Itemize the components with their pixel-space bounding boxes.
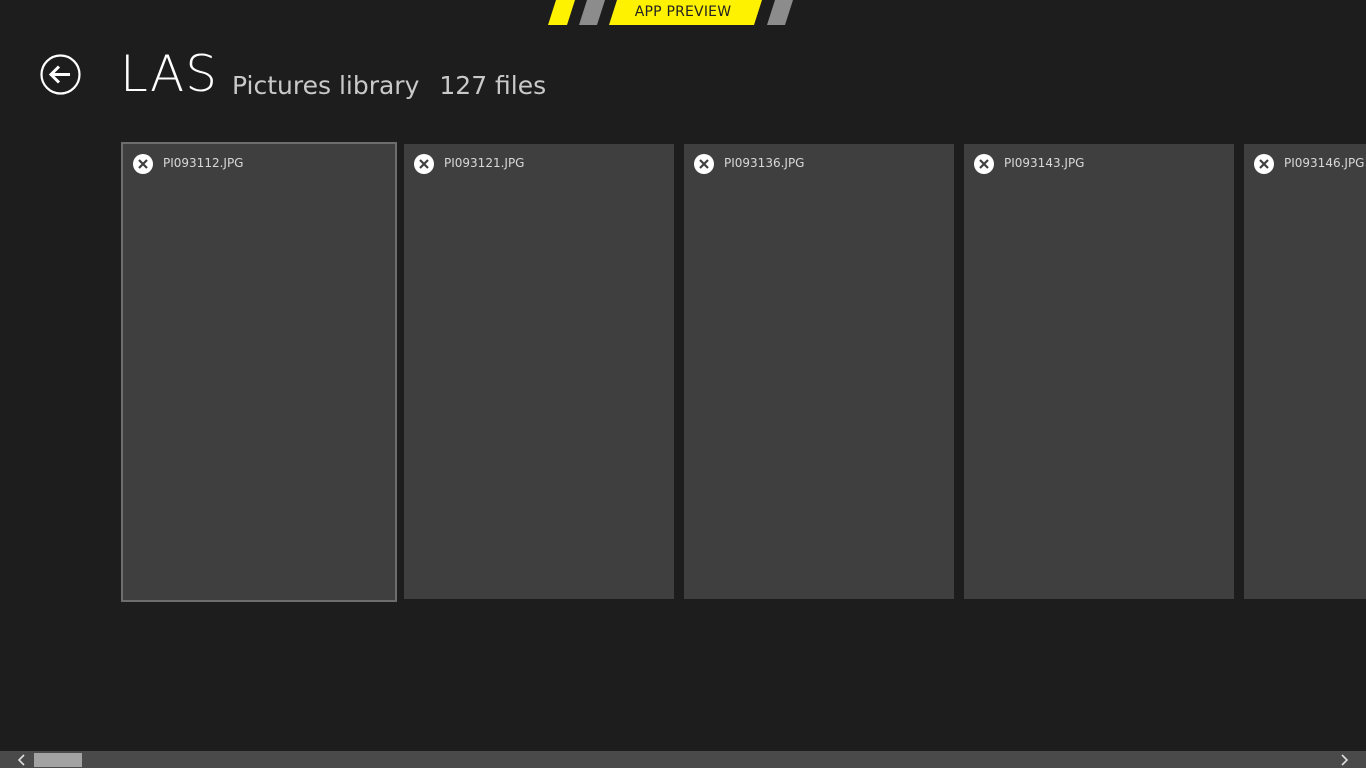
app-preview-banner: APP PREVIEW bbox=[540, 0, 810, 25]
chevron-right-icon bbox=[1341, 754, 1349, 766]
remove-icon[interactable] bbox=[694, 154, 714, 174]
file-count: 127 files bbox=[439, 71, 547, 100]
app-preview-label: APP PREVIEW bbox=[634, 4, 732, 20]
file-name: PI093136.JPG bbox=[724, 156, 805, 170]
remove-icon[interactable] bbox=[133, 154, 153, 174]
remove-icon[interactable] bbox=[974, 154, 994, 174]
page-subtitle: Pictures library 127 files bbox=[232, 70, 546, 102]
library-name: Pictures library bbox=[232, 71, 420, 100]
file-grid: PI093112.JPG PI093121.JPG PI093136.JPG P… bbox=[0, 142, 1366, 602]
file-name: PI093121.JPG bbox=[444, 156, 525, 170]
file-tile[interactable]: PI093143.JPG bbox=[964, 144, 1234, 599]
remove-icon[interactable] bbox=[414, 154, 434, 174]
file-tile[interactable]: PI093146.JPG bbox=[1244, 144, 1366, 599]
file-name: PI093112.JPG bbox=[163, 156, 244, 170]
file-tile[interactable]: PI093112.JPG bbox=[121, 142, 397, 602]
horizontal-scrollbar[interactable] bbox=[0, 751, 1366, 768]
app-window: APP PREVIEW LAS Pictures library 127 file… bbox=[0, 0, 1366, 768]
scroll-right-button[interactable] bbox=[1335, 751, 1352, 768]
back-button[interactable] bbox=[40, 54, 81, 95]
file-name: PI093143.JPG bbox=[1004, 156, 1085, 170]
file-name: PI093146.JPG bbox=[1284, 156, 1365, 170]
file-tile[interactable]: PI093136.JPG bbox=[684, 144, 954, 599]
file-tile[interactable]: PI093121.JPG bbox=[404, 144, 674, 599]
back-arrow-icon bbox=[40, 54, 81, 95]
scroll-left-button[interactable] bbox=[14, 751, 31, 768]
remove-icon[interactable] bbox=[1254, 154, 1274, 174]
chevron-left-icon bbox=[17, 754, 25, 766]
scroll-thumb[interactable] bbox=[34, 753, 82, 767]
page-title: LAS bbox=[120, 45, 218, 103]
